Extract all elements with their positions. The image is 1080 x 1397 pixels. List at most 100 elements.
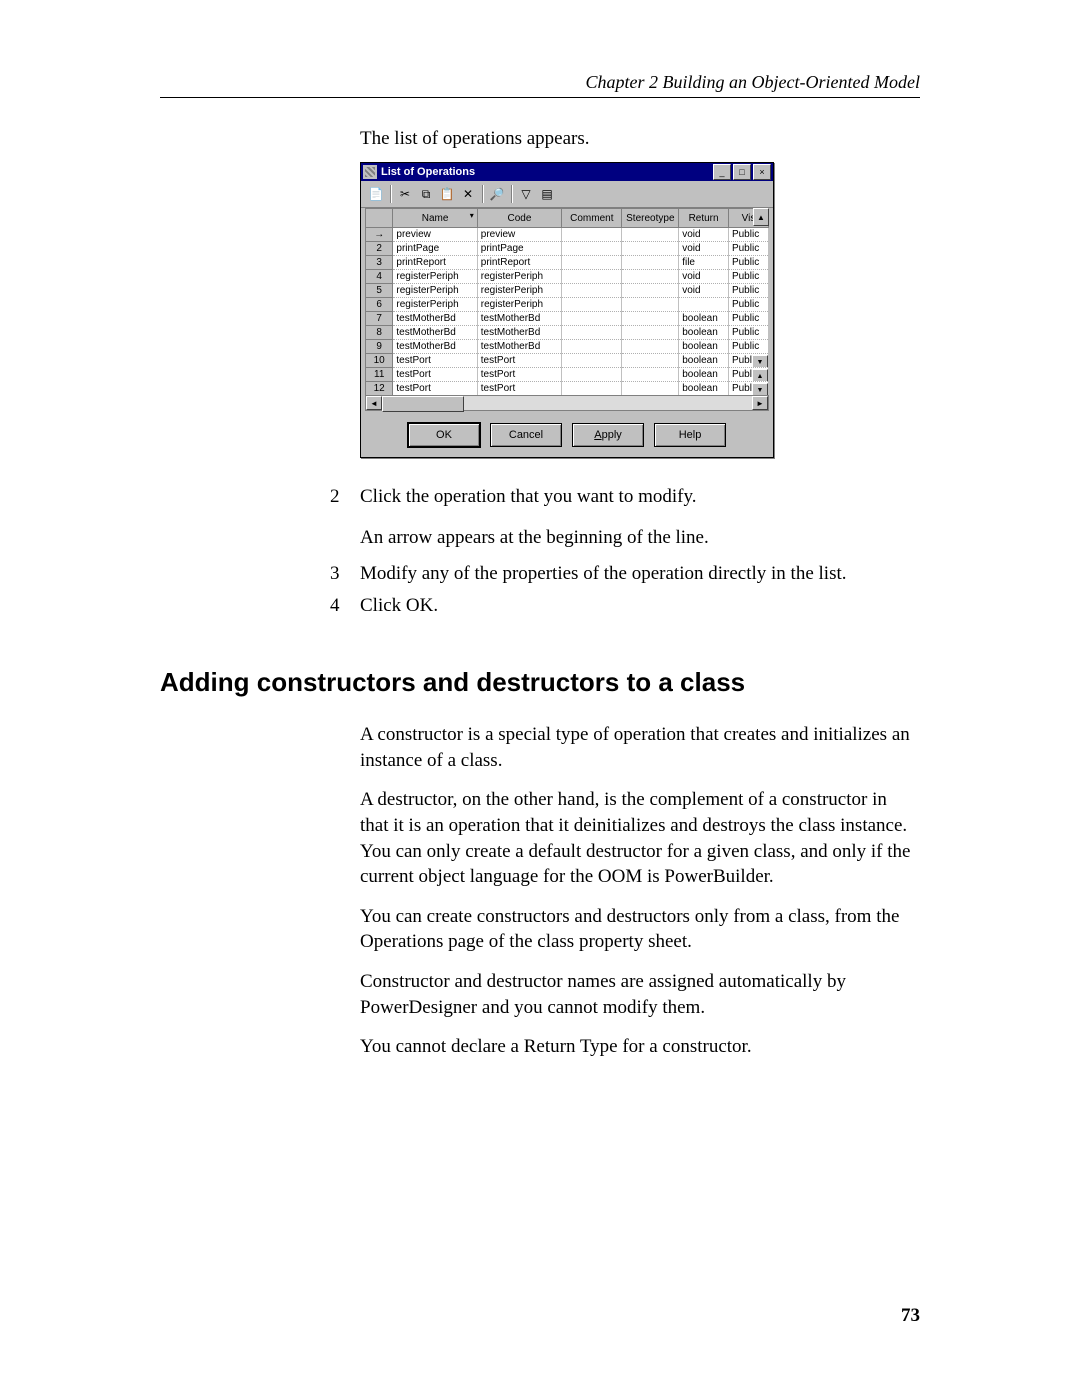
cell-code[interactable]: registerPeriph <box>477 270 561 284</box>
cell-stereotype[interactable] <box>622 270 679 284</box>
horizontal-scrollbar[interactable]: ◄ ► <box>365 395 769 411</box>
find-icon[interactable]: 🔎 <box>488 185 506 203</box>
properties-icon[interactable]: 📄 <box>367 185 385 203</box>
current-row-arrow-icon[interactable]: → <box>366 228 393 242</box>
cell-code[interactable]: testPort <box>477 354 561 368</box>
scroll-thumb[interactable] <box>382 396 464 412</box>
close-button[interactable]: × <box>753 164 771 180</box>
cell-return[interactable]: boolean <box>679 326 729 340</box>
cell-return[interactable]: file <box>679 256 729 270</box>
scroll-track[interactable] <box>464 396 752 410</box>
cell-return[interactable]: boolean <box>679 312 729 326</box>
cell-code[interactable]: registerPeriph <box>477 284 561 298</box>
table-row[interactable]: 11testPorttestPortbooleanPublic▲ <box>366 368 769 382</box>
cell-visibility[interactable]: Public <box>728 340 768 354</box>
table-row[interactable]: 10testPorttestPortbooleanPublic▼ <box>366 354 769 368</box>
cut-icon[interactable]: ✂ <box>396 185 414 203</box>
cancel-button[interactable]: Cancel <box>490 423 562 447</box>
table-row[interactable]: 12testPorttestPortbooleanPublic▼ <box>366 382 769 396</box>
cell-name[interactable]: registerPeriph <box>393 298 477 312</box>
cell-stereotype[interactable] <box>622 368 679 382</box>
row-number[interactable]: 9 <box>366 340 393 354</box>
cell-stereotype[interactable] <box>622 242 679 256</box>
cell-comment[interactable] <box>562 256 622 270</box>
cell-code[interactable]: testMotherBd <box>477 312 561 326</box>
cell-stereotype[interactable] <box>622 326 679 340</box>
cell-code[interactable]: testMotherBd <box>477 340 561 354</box>
col-name[interactable]: Name <box>393 209 477 228</box>
cell-visibility[interactable]: Public <box>728 284 768 298</box>
apply-button[interactable]: Apply <box>572 423 644 447</box>
cell-name[interactable]: registerPeriph <box>393 284 477 298</box>
cell-comment[interactable] <box>562 284 622 298</box>
cell-visibility[interactable]: Public <box>728 256 768 270</box>
cell-name[interactable]: testPort <box>393 368 477 382</box>
cell-code[interactable]: preview <box>477 228 561 242</box>
filter-icon[interactable]: ▽ <box>517 185 535 203</box>
cell-stereotype[interactable] <box>622 382 679 396</box>
row-number[interactable]: 7 <box>366 312 393 326</box>
cell-name[interactable]: preview <box>393 228 477 242</box>
cell-visibility[interactable]: Public <box>728 242 768 256</box>
cell-visibility[interactable]: Public▼ <box>728 354 768 368</box>
cell-name[interactable]: testPort <box>393 354 477 368</box>
col-visibility[interactable]: Vis ▲ <box>728 209 768 228</box>
cell-stereotype[interactable] <box>622 340 679 354</box>
cell-name[interactable]: printReport <box>393 256 477 270</box>
cell-comment[interactable] <box>562 270 622 284</box>
row-number[interactable]: 11 <box>366 368 393 382</box>
cell-return[interactable]: void <box>679 284 729 298</box>
cell-comment[interactable] <box>562 354 622 368</box>
table-row[interactable]: 9testMotherBdtestMotherBdbooleanPublic <box>366 340 769 354</box>
cell-visibility[interactable]: Public <box>728 312 768 326</box>
scroll-left-icon[interactable]: ◄ <box>366 396 382 410</box>
cell-stereotype[interactable] <box>622 228 679 242</box>
cell-comment[interactable] <box>562 368 622 382</box>
cell-comment[interactable] <box>562 228 622 242</box>
cell-return[interactable]: boolean <box>679 354 729 368</box>
col-stereotype[interactable]: Stereotype <box>622 209 679 228</box>
copy-icon[interactable]: ⧉ <box>417 185 435 203</box>
table-row[interactable]: 4registerPeriphregisterPeriphvoidPublic <box>366 270 769 284</box>
row-number[interactable]: 10 <box>366 354 393 368</box>
cell-comment[interactable] <box>562 242 622 256</box>
cell-comment[interactable] <box>562 326 622 340</box>
row-number[interactable]: 12 <box>366 382 393 396</box>
row-number[interactable]: 8 <box>366 326 393 340</box>
cell-comment[interactable] <box>562 298 622 312</box>
cell-comment[interactable] <box>562 382 622 396</box>
cell-return[interactable]: boolean <box>679 340 729 354</box>
cell-name[interactable]: printPage <box>393 242 477 256</box>
col-return[interactable]: Return <box>679 209 729 228</box>
cell-name[interactable]: testMotherBd <box>393 312 477 326</box>
cell-visibility[interactable]: Public <box>728 228 768 242</box>
cell-return[interactable]: void <box>679 228 729 242</box>
cell-visibility[interactable]: Public <box>728 270 768 284</box>
row-number[interactable]: 3 <box>366 256 393 270</box>
cell-code[interactable]: testMotherBd <box>477 326 561 340</box>
cell-return[interactable]: boolean <box>679 382 729 396</box>
cell-stereotype[interactable] <box>622 284 679 298</box>
col-code[interactable]: Code <box>477 209 561 228</box>
row-number[interactable]: 6 <box>366 298 393 312</box>
paste-icon[interactable]: 📋 <box>438 185 456 203</box>
table-row[interactable]: 7testMotherBdtestMotherBdbooleanPublic <box>366 312 769 326</box>
cell-return[interactable]: boolean <box>679 368 729 382</box>
customize-icon[interactable]: ▤ <box>538 185 556 203</box>
scroll-down-icon[interactable]: ▼ <box>752 383 768 396</box>
cell-code[interactable]: printReport <box>477 256 561 270</box>
cell-visibility[interactable]: Public <box>728 326 768 340</box>
cell-stereotype[interactable] <box>622 354 679 368</box>
row-number[interactable]: 2 <box>366 242 393 256</box>
cell-visibility[interactable]: Public▼ <box>728 382 768 396</box>
scroll-down-icon[interactable]: ▼ <box>752 355 768 368</box>
row-number[interactable]: 5 <box>366 284 393 298</box>
cell-return[interactable]: void <box>679 270 729 284</box>
cell-stereotype[interactable] <box>622 256 679 270</box>
cell-visibility[interactable]: Public▲ <box>728 368 768 382</box>
operations-table[interactable]: Name Code Comment Stereotype Return Vis … <box>365 208 769 396</box>
ok-button[interactable]: OK <box>408 423 480 447</box>
scroll-up-icon[interactable]: ▲ <box>752 369 768 382</box>
cell-comment[interactable] <box>562 340 622 354</box>
minimize-button[interactable]: _ <box>713 164 731 180</box>
